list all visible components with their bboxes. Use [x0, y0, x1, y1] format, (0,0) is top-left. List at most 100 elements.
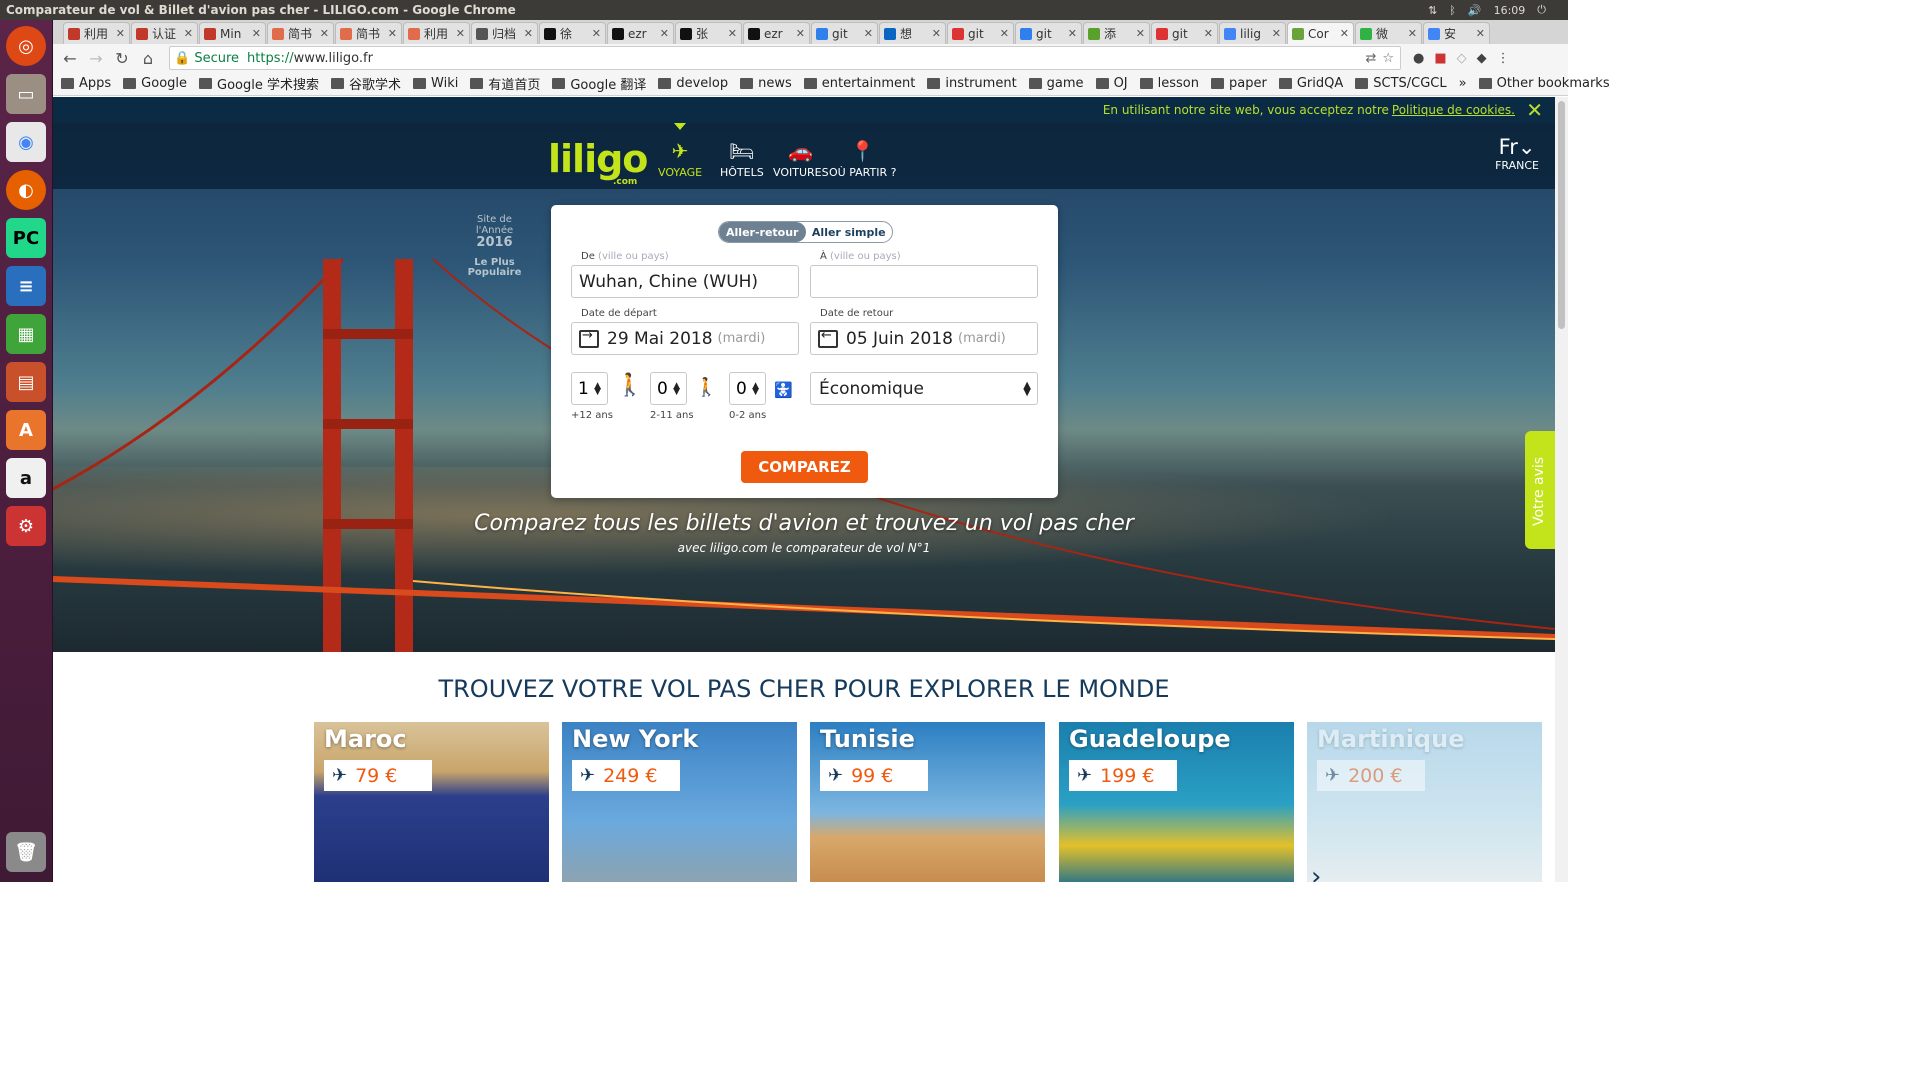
one-way-option[interactable]: Aller simple — [806, 222, 893, 242]
close-icon[interactable]: ✕ — [932, 27, 941, 40]
browser-tab[interactable]: ezr ✕ — [607, 22, 674, 44]
from-field[interactable]: Wuhan, Chine (WUH) — [571, 265, 799, 298]
cabin-class-select[interactable]: Économique ▲ ▼ — [810, 372, 1038, 405]
bookmark-item[interactable]: Google 翻译 — [552, 74, 646, 93]
carousel-next-icon[interactable]: › — [1311, 862, 1321, 882]
bookmark-item[interactable]: lesson — [1139, 76, 1199, 91]
browser-tab[interactable]: git ✕ — [811, 22, 878, 44]
browser-tab[interactable]: 安 ✕ — [1423, 22, 1490, 44]
impress-icon[interactable]: ▤ — [6, 362, 46, 402]
round-trip-option[interactable]: Aller-retour — [719, 222, 806, 242]
bookmark-item[interactable]: develop — [658, 76, 728, 91]
browser-tab[interactable]: 微 ✕ — [1355, 22, 1422, 44]
browser-tab[interactable]: Min ✕ — [199, 22, 266, 44]
adults-stepper[interactable]: 1 ▲ ▼ — [571, 372, 608, 405]
browser-tab[interactable]: git ✕ — [1015, 22, 1082, 44]
bookmark-item[interactable]: Google — [123, 76, 187, 91]
bookmark-item[interactable]: entertainment — [803, 76, 915, 91]
close-icon[interactable]: ✕ — [1408, 27, 1417, 40]
bookmark-item[interactable]: SCTS/CGCL — [1355, 76, 1447, 91]
bookmark-item[interactable]: Google 学术搜索 — [199, 74, 319, 93]
network-icon[interactable]: ⇅ — [1428, 4, 1437, 17]
close-icon[interactable]: ✕ — [320, 27, 329, 40]
to-field[interactable] — [810, 265, 1038, 298]
close-icon[interactable]: ✕ — [592, 27, 601, 40]
reload-button[interactable]: ↻ — [111, 47, 133, 69]
bookmark-item[interactable]: 谷歌学术 — [331, 74, 401, 93]
close-icon[interactable]: ✕ — [1204, 27, 1213, 40]
extension-icon[interactable]: ◆ — [1477, 51, 1487, 66]
close-icon[interactable]: ✕ — [1272, 27, 1281, 40]
amazon-icon[interactable]: a — [6, 458, 46, 498]
clock[interactable]: 16:09 — [1494, 4, 1526, 17]
secure-label[interactable]: 🔒 Secure — [174, 51, 239, 66]
destination-card[interactable]: Martinique ✈ 200 € — [1307, 722, 1542, 882]
close-icon[interactable]: ✕ — [1136, 27, 1145, 40]
close-icon[interactable]: ✕ — [524, 27, 533, 40]
departure-date-field[interactable]: 29 Mai 2018 (mardi) — [571, 322, 799, 355]
calc-icon[interactable]: ▦ — [6, 314, 46, 354]
nav-voitures[interactable]: 🚗 VOITURES — [773, 139, 829, 179]
compare-button[interactable]: COMPAREZ — [741, 451, 868, 483]
destination-card[interactable]: Tunisie ✈ 99 € — [810, 722, 1045, 882]
menu-icon[interactable]: ⋮ — [1497, 51, 1510, 66]
trash-icon[interactable]: 🗑 — [6, 832, 46, 872]
close-icon[interactable]: ✕ — [116, 27, 125, 40]
extension-icon[interactable]: ● — [1413, 51, 1424, 66]
browser-tab[interactable]: 利用 ✕ — [403, 22, 470, 44]
feedback-tab[interactable]: Votre avis — [1525, 431, 1555, 549]
browser-tab[interactable]: 徐 ✕ — [539, 22, 606, 44]
destination-card[interactable]: Maroc ✈ 79 € — [314, 722, 549, 882]
browser-tab[interactable]: 张 ✕ — [675, 22, 742, 44]
power-icon[interactable]: ⏻ — [1537, 3, 1546, 17]
return-date-field[interactable]: 05 Juin 2018 (mardi) — [810, 322, 1038, 355]
other-bookmarks[interactable]: Other bookmarks — [1478, 76, 1610, 91]
software-center-icon[interactable]: A — [6, 410, 46, 450]
pycharm-icon[interactable]: PC — [6, 218, 46, 258]
browser-tab[interactable]: 添 ✕ — [1083, 22, 1150, 44]
bookmark-item[interactable]: paper — [1211, 76, 1267, 91]
bookmark-item[interactable]: news — [740, 76, 792, 91]
browser-tab[interactable]: lilig ✕ — [1219, 22, 1286, 44]
browser-tab[interactable]: ezr ✕ — [743, 22, 810, 44]
browser-tab[interactable]: 简书 ✕ — [267, 22, 334, 44]
chrome-icon[interactable]: ◉ — [6, 122, 46, 162]
browser-tab[interactable]: 认证 ✕ — [131, 22, 198, 44]
infants-stepper[interactable]: 0 ▲ ▼ — [729, 372, 766, 405]
nav-ou-partir[interactable]: 📍 OÙ PARTIR ? — [829, 139, 896, 179]
forward-button[interactable]: → — [85, 47, 107, 69]
close-icon[interactable]: ✕ — [1476, 27, 1485, 40]
close-icon[interactable]: ✕ — [388, 27, 397, 40]
browser-tab[interactable]: git ✕ — [947, 22, 1014, 44]
bookmark-item[interactable]: GridQA — [1278, 76, 1343, 91]
writer-icon[interactable]: ≡ — [6, 266, 46, 306]
close-icon[interactable]: ✕ — [660, 27, 669, 40]
bookmark-item[interactable]: 有道首页 — [470, 74, 540, 93]
liligo-logo[interactable]: liligo .com — [548, 137, 648, 187]
translate-icon[interactable]: ⇄ — [1365, 51, 1376, 66]
browser-tab[interactable]: 归档 ✕ — [471, 22, 538, 44]
close-icon[interactable]: ✕ — [864, 27, 873, 40]
volume-icon[interactable]: 🔊 — [1468, 4, 1482, 17]
cookie-policy-link[interactable]: Politique de cookies. — [1392, 103, 1515, 117]
bluetooth-icon[interactable]: ᛒ — [1449, 4, 1456, 17]
bookmarks-more-button[interactable]: » — [1459, 76, 1467, 91]
firefox-icon[interactable]: ◐ — [6, 170, 46, 210]
close-icon[interactable]: ✕ — [796, 27, 805, 40]
close-icon[interactable]: ✕ — [252, 27, 261, 40]
browser-tab[interactable]: 简书 ✕ — [335, 22, 402, 44]
home-button[interactable]: ⌂ — [137, 47, 159, 69]
address-bar[interactable]: 🔒 Secure https://www.liligo.fr ⇄ ☆ — [169, 46, 1401, 70]
browser-tab[interactable]: 利用 ✕ — [63, 22, 130, 44]
page-scrollbar[interactable] — [1555, 97, 1568, 882]
bookmark-item[interactable]: Apps — [61, 76, 111, 91]
close-icon[interactable]: ✕ — [728, 27, 737, 40]
extension-icon[interactable]: ◇ — [1457, 51, 1467, 66]
close-icon[interactable]: ✕ — [1000, 27, 1009, 40]
browser-tab[interactable]: Cor ✕ — [1287, 22, 1354, 44]
bookmark-item[interactable]: OJ — [1095, 76, 1128, 91]
ubuntu-dash-icon[interactable]: ◎ — [6, 26, 46, 66]
language-selector[interactable]: Fr⌄ FRANCE — [1495, 135, 1539, 172]
bookmark-item[interactable]: instrument — [927, 76, 1017, 91]
extension-icon[interactable]: ■ — [1434, 51, 1446, 66]
